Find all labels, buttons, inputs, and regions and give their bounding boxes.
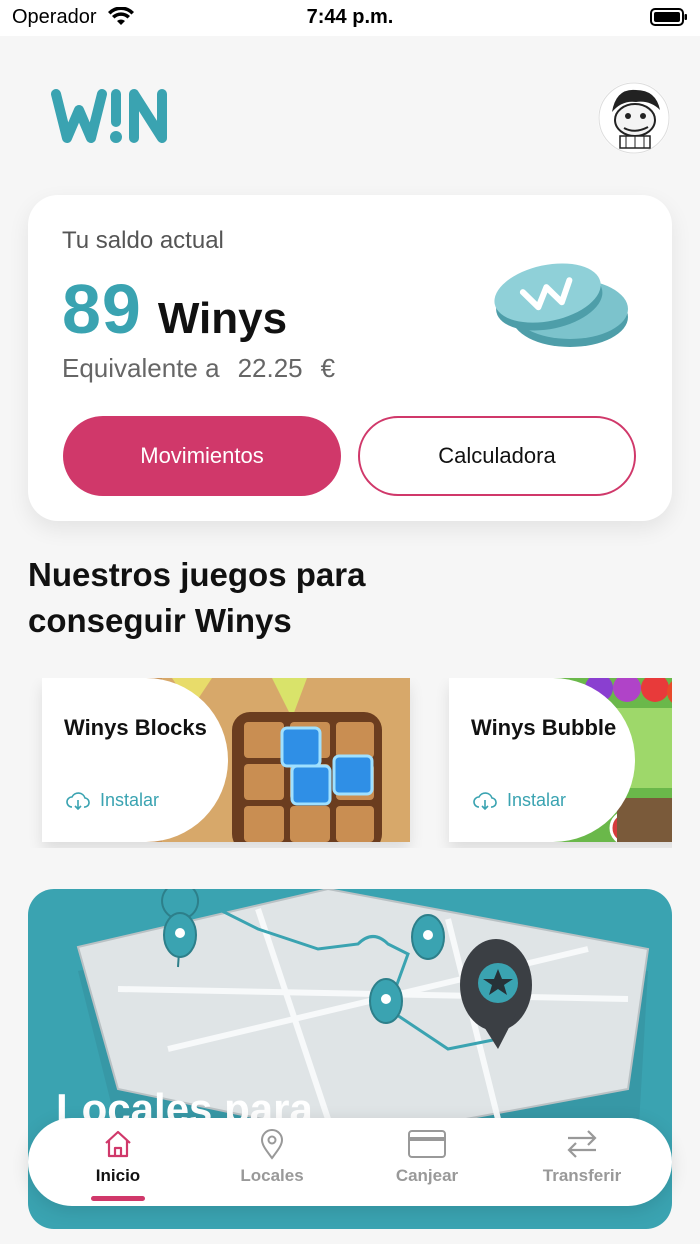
currency-symbol: € xyxy=(320,353,336,383)
balance-unit: Winys xyxy=(157,294,288,343)
status-time: 7:44 p.m. xyxy=(306,6,394,28)
balance-amount: 89 Winys xyxy=(62,269,287,349)
nav-label: Locales xyxy=(240,1166,304,1185)
bottle-caps-icon xyxy=(494,263,628,347)
active-tab-indicator xyxy=(91,1196,145,1201)
calculator-button[interactable]: Calculadora xyxy=(358,416,636,496)
game-info-panel: Winys Bubble Instalar xyxy=(449,678,635,842)
cloud-download-icon xyxy=(66,791,90,810)
nav-item-locales[interactable]: Locales xyxy=(212,1128,332,1200)
balance-label: Tu saldo actual xyxy=(62,227,224,254)
install-label: Instalar xyxy=(507,790,567,810)
win-logo xyxy=(51,89,167,143)
status-bar: Operador 7:44 p.m. xyxy=(0,0,700,36)
balance-value: 89 xyxy=(62,270,142,348)
nav-item-canjear[interactable]: Canjear xyxy=(367,1128,487,1200)
nav-label: Canjear xyxy=(395,1166,459,1185)
bottom-navigation: Inicio Locales Canjear Transferir xyxy=(28,1118,672,1206)
games-section-title: Nuestros juegos para conseguir Winys xyxy=(28,556,366,639)
battery-icon xyxy=(650,8,687,26)
nav-item-transferir[interactable]: Transferir xyxy=(522,1128,642,1200)
game-card-winys-bubble[interactable]: Winys Bubble Instalar xyxy=(449,678,672,842)
nav-label: Transferir xyxy=(542,1166,622,1185)
nav-item-inicio[interactable]: Inicio xyxy=(58,1128,178,1201)
equivalence-row: Equivalente a 22.25 € xyxy=(62,353,335,384)
user-avatar[interactable] xyxy=(598,82,670,154)
games-carousel[interactable]: Winys Blocks Instalar Winys Bubble Insta… xyxy=(0,678,672,848)
home-icon xyxy=(105,1130,131,1158)
avatar-illustration-icon xyxy=(598,82,670,154)
balance-card: Tu saldo actual 89 Winys Equivalente a 2… xyxy=(28,195,672,521)
install-label: Instalar xyxy=(100,790,160,810)
game-title: Winys Blocks xyxy=(64,715,207,740)
game-info-panel: Winys Blocks Instalar xyxy=(42,678,228,842)
equivalence-value: 22.25 xyxy=(237,353,303,383)
game-title: Winys Bubble xyxy=(471,715,617,740)
nav-label: Inicio xyxy=(95,1166,141,1185)
game-card-winys-blocks[interactable]: Winys Blocks Instalar xyxy=(42,678,410,842)
card-icon xyxy=(408,1130,446,1158)
install-link[interactable]: Instalar xyxy=(473,790,566,811)
equivalence-label: Equivalente a xyxy=(62,353,220,383)
transfer-arrows-icon xyxy=(567,1130,597,1158)
cloud-download-icon xyxy=(473,791,497,810)
movements-button[interactable]: Movimientos xyxy=(63,416,341,496)
location-pin-icon xyxy=(260,1129,284,1160)
install-link[interactable]: Instalar xyxy=(66,790,159,811)
